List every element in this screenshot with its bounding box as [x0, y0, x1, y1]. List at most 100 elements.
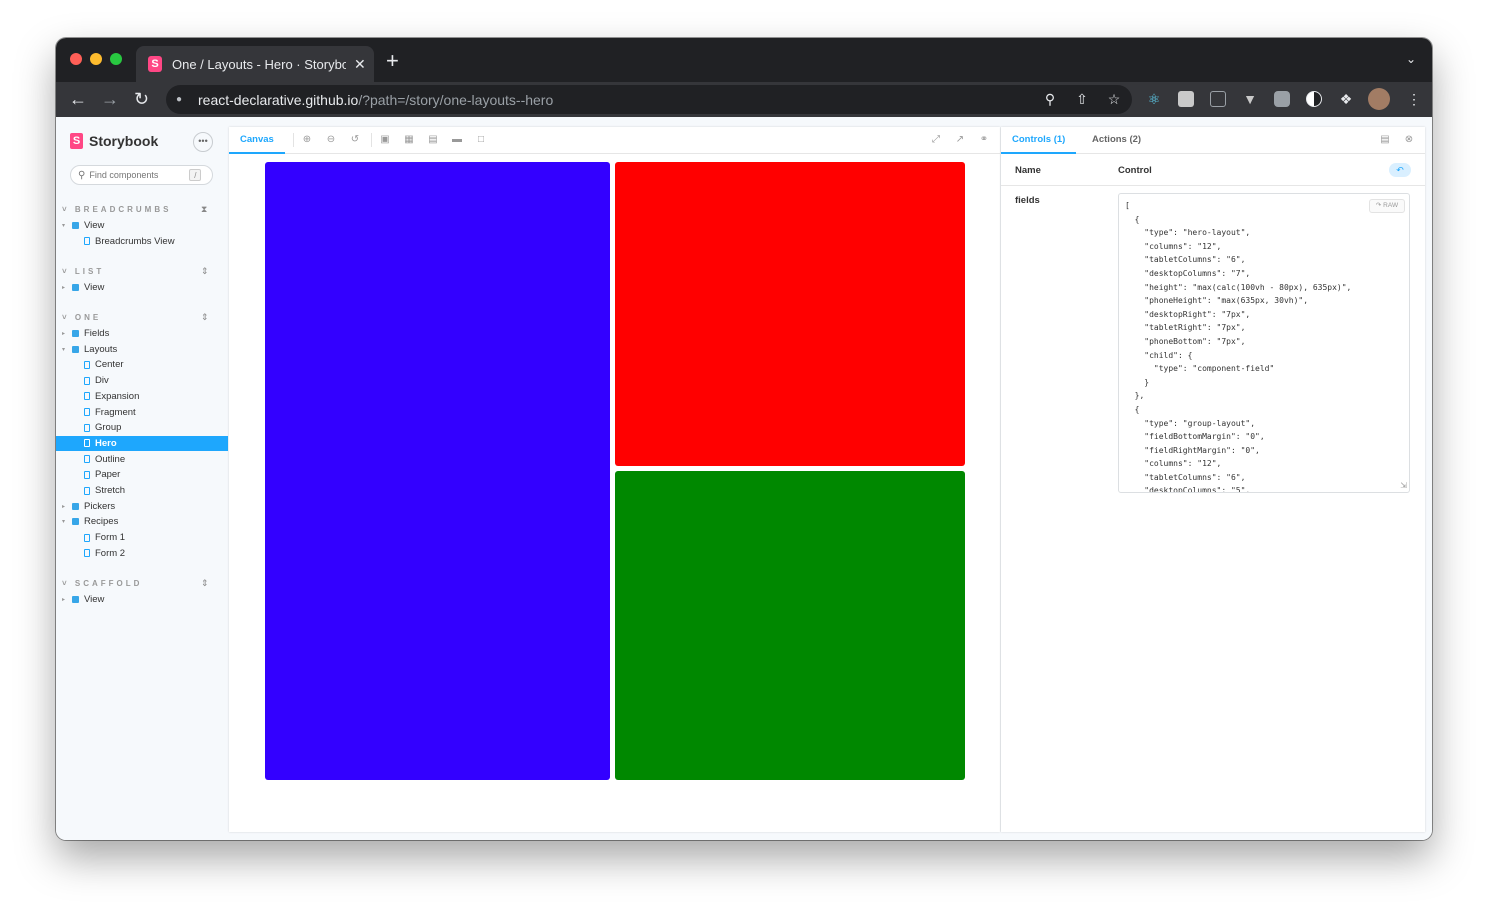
expand-collapse-icon[interactable]: ⇕: [201, 578, 209, 589]
tab-search-chevron-icon[interactable]: ⌄: [1406, 52, 1416, 66]
sidebar-story-stretch[interactable]: Stretch: [56, 483, 228, 498]
extensions-puzzle-icon[interactable]: ❖: [1338, 91, 1354, 107]
sidebar-item-label: Outline: [95, 453, 126, 465]
brand-name: Storybook: [89, 133, 159, 149]
sidebar-story-expansion[interactable]: Expansion: [56, 389, 228, 404]
sidebar-story-div[interactable]: Div: [56, 373, 228, 388]
sidebar-story-fragment[interactable]: Fragment: [56, 405, 228, 420]
fields-json-text[interactable]: [ { "type": "hero-layout", "columns": "1…: [1119, 194, 1409, 492]
zoom-icon[interactable]: ⚲: [1042, 91, 1058, 107]
outline-icon[interactable]: □: [475, 134, 487, 146]
forward-arrow-icon[interactable]: →: [101, 89, 119, 109]
expand-collapse-icon[interactable]: ⧗: [201, 204, 207, 215]
share-icon[interactable]: ⇧: [1074, 91, 1090, 107]
expand-collapse-icon[interactable]: ⇕: [201, 266, 209, 277]
sidebar-story-center[interactable]: Center: [56, 357, 228, 372]
zoom-out-icon[interactable]: ⊖: [325, 134, 337, 146]
reset-controls-button[interactable]: ↶: [1389, 163, 1411, 177]
tab-close-icon[interactable]: ✕: [354, 56, 366, 73]
address-bar[interactable]: ● react-declarative.github.io/?path=/sto…: [166, 85, 1132, 114]
chevron-down-icon: ▾: [62, 519, 66, 526]
chevron-down-icon: ▾: [62, 223, 66, 229]
story-bookmark-icon: [84, 486, 90, 495]
maximize-window-button[interactable]: [110, 53, 122, 65]
story-bookmark-icon: [84, 376, 90, 385]
sidebar-section-list[interactable]: ˅ LIST: [62, 267, 104, 276]
sidebar-story-paper[interactable]: Paper: [56, 467, 228, 482]
back-arrow-icon[interactable]: ←: [69, 89, 87, 109]
storybook-app: S Storybook ••• ⚲ / ˅ BREADCRUMBS ⧗ ▾ View B…: [56, 117, 1432, 840]
sidebar-item-label: View: [84, 220, 105, 231]
sidebar: S Storybook ••• ⚲ / ˅ BREADCRUMBS ⧗ ▾ View B…: [56, 117, 228, 840]
hero-red-block: [615, 162, 965, 466]
browser-tab[interactable]: S One / Layouts - Hero · Storybook ✕: [136, 46, 374, 82]
url-path: /?path=/story/one-layouts--hero: [358, 91, 554, 108]
tab-actions[interactable]: Actions (2): [1081, 127, 1152, 154]
zoom-in-icon[interactable]: ⊕: [301, 134, 313, 146]
panel-orientation-icon[interactable]: ▤: [1379, 134, 1391, 146]
sidebar-folder-layouts[interactable]: ▾ Layouts: [56, 342, 228, 357]
background-icon[interactable]: ▣: [379, 134, 391, 146]
search-input[interactable]: [89, 170, 190, 180]
sidebar-story-outline[interactable]: Outline: [56, 452, 228, 467]
fields-json-editor[interactable]: [ { "type": "hero-layout", "columns": "1…: [1118, 193, 1410, 493]
component-folder-icon: [72, 502, 79, 510]
sidebar-item-label: Layouts: [84, 343, 118, 355]
sidebar-folder-view[interactable]: ▸ View: [56, 592, 228, 607]
url-text[interactable]: react-declarative.github.io/?path=/story…: [198, 92, 553, 108]
profile-avatar[interactable]: [1368, 88, 1390, 110]
story-bookmark-icon: [84, 360, 90, 369]
zoom-reset-icon[interactable]: ↺: [349, 134, 361, 146]
extension-bracket-icon[interactable]: [1210, 91, 1226, 107]
sidebar-folder-pickers[interactable]: ▸ Pickers: [56, 499, 228, 514]
sidebar-folder-recipes[interactable]: ▾ Recipes: [56, 514, 228, 529]
storybook-brand[interactable]: S Storybook: [70, 133, 158, 149]
sidebar-section-one[interactable]: ˅ ONE: [62, 313, 101, 322]
bookmark-star-icon[interactable]: ☆: [1106, 91, 1122, 107]
camera-icon[interactable]: [1274, 91, 1290, 107]
open-new-tab-icon[interactable]: ↗: [954, 134, 966, 146]
reload-icon[interactable]: ↻: [134, 89, 149, 109]
minimize-window-button[interactable]: [90, 53, 102, 65]
vue-devtools-icon[interactable]: ▼: [1242, 91, 1258, 107]
dark-mode-icon[interactable]: [1306, 91, 1322, 107]
measure-icon[interactable]: ▬: [451, 134, 463, 146]
sidebar-item-label: Div: [95, 375, 109, 387]
sidebar-story-form-1[interactable]: Form 1: [56, 530, 228, 545]
browser-menu-icon[interactable]: ⋮: [1406, 91, 1422, 107]
raw-label: RAW: [1383, 202, 1399, 209]
extension-icon[interactable]: [1178, 91, 1194, 107]
sidebar-story-hero[interactable]: Hero: [56, 435, 228, 451]
component-folder-icon: [72, 596, 79, 603]
sidebar-folder-view[interactable]: ▸ View: [56, 280, 228, 295]
tab-canvas[interactable]: Canvas: [229, 127, 285, 154]
grid-icon[interactable]: ▦: [403, 134, 415, 146]
sidebar-section-breadcrumbs[interactable]: ˅ BREADCRUMBS: [62, 205, 171, 214]
sidebar-item-label: View: [84, 594, 105, 605]
close-panel-icon[interactable]: ⊗: [1403, 134, 1415, 146]
raw-toggle-button[interactable]: ↷ RAW: [1369, 199, 1405, 213]
sidebar-story-form-2[interactable]: Form 2: [56, 546, 228, 561]
sidebar-story-breadcrumbs-view[interactable]: Breadcrumbs View: [56, 234, 228, 249]
expand-collapse-icon[interactable]: ⇕: [201, 312, 209, 323]
sidebar-folder-view[interactable]: ▾ View: [56, 218, 228, 233]
fullscreen-icon[interactable]: ⤢: [930, 134, 942, 146]
new-tab-button[interactable]: +: [386, 50, 399, 72]
url-host: react-declarative.github.io: [198, 91, 359, 108]
sidebar-folder-fields[interactable]: ▸ Fields: [56, 326, 228, 341]
sidebar-story-group[interactable]: Group: [56, 420, 228, 435]
viewport-icon[interactable]: ▤: [427, 134, 439, 146]
resize-handle-icon[interactable]: ⇲: [1400, 481, 1407, 490]
copy-link-icon[interactable]: ⚭: [978, 134, 990, 146]
sidebar-item-label: Group: [95, 422, 122, 434]
addons-panel: Controls (1) Actions (2) ▤ ⊗ Name Contro…: [1001, 127, 1425, 832]
close-window-button[interactable]: [70, 53, 82, 65]
search-shortcut-badge: /: [189, 169, 202, 181]
sidebar-section-scaffold[interactable]: ˅ SCAFFOLD: [62, 579, 142, 588]
sidebar-menu-button[interactable]: •••: [193, 132, 213, 152]
story-canvas: [229, 155, 1000, 832]
component-folder-icon: [72, 518, 79, 526]
react-devtools-icon[interactable]: ⚛: [1146, 91, 1162, 107]
search-box[interactable]: ⚲ /: [70, 165, 213, 185]
tab-controls[interactable]: Controls (1): [1001, 127, 1077, 154]
